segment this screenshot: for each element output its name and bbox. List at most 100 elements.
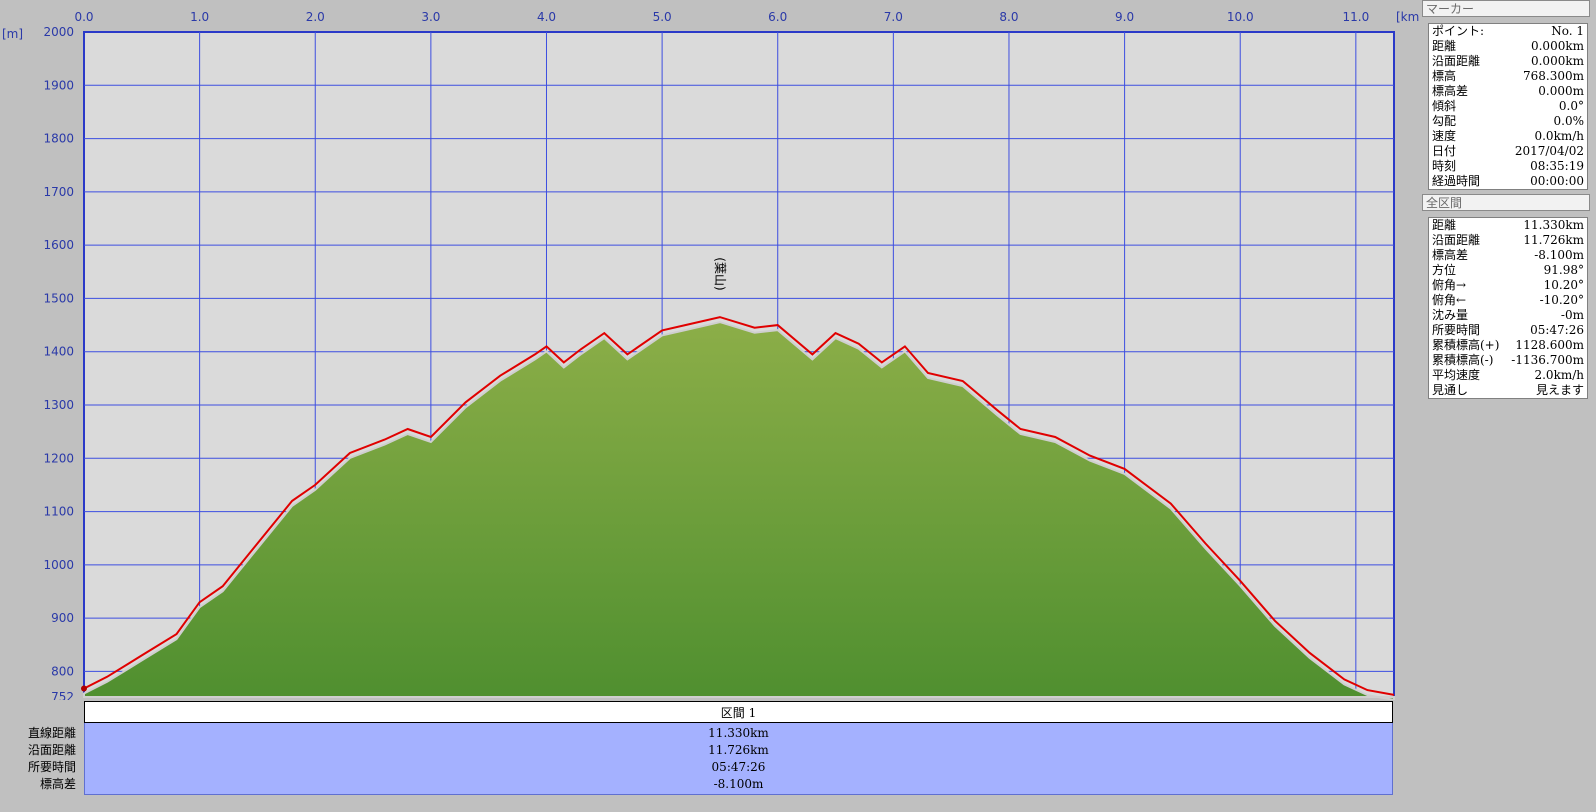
full-section-info-row: 所要時間 05:47:26 — [1429, 323, 1587, 338]
marker-info-value: 08:35:19 — [1530, 159, 1584, 173]
x-tick-label: 4.0 — [537, 10, 556, 24]
y-tick-label: 1200 — [43, 451, 74, 465]
marker-info-value: 2017/04/02 — [1514, 144, 1584, 158]
full-section-info-label: 見通し — [1432, 383, 1469, 397]
full-section-info-value: 1128.600m — [1515, 338, 1584, 352]
y-tick-label: 1800 — [43, 132, 74, 146]
full-section-info-value: -1136.700m — [1511, 353, 1584, 367]
full-section-info-label: 累積標高(+) — [1432, 338, 1500, 352]
marker-info-row: 距離 0.000km — [1429, 39, 1587, 54]
marker-info-row: 速度 0.0km/h — [1429, 129, 1587, 144]
y-tick-label: 1000 — [43, 558, 74, 572]
x-tick-label: 9.0 — [1115, 10, 1134, 24]
section-label-surface-distance: 沿面距離 — [27, 743, 76, 757]
full-section-info-row: 沈み量 -0m — [1429, 308, 1587, 323]
marker-info-table: ポイント: No. 1 距離 0.000km 沿面距離 0.000km 標高 768.300m… — [1428, 23, 1588, 190]
full-section-panel-header[interactable]: 全区間 — [1422, 194, 1590, 211]
marker-info-value: 0.000km — [1530, 39, 1584, 53]
x-tick-label: 10.0 — [1227, 10, 1254, 24]
section-body[interactable]: 11.330km 11.726km 05:47:26 -8.100m — [84, 723, 1393, 795]
full-section-info-row: 俯角→ 10.20° — [1429, 278, 1587, 293]
y-tick-label: 1300 — [43, 398, 74, 412]
full-section-info-value: 05:47:26 — [1530, 323, 1584, 337]
full-section-info-value: -8.100m — [1534, 248, 1584, 262]
y-tick-label: 1100 — [43, 505, 74, 519]
section-labels: 直線距離 沿面距離 所要時間 標高差 — [0, 725, 80, 793]
elevation-chart[interactable]: 0.0 1.0 2.0 3.0 4.0 5.0 6.0 7.0 8.0 9.0 10.0 11.0 2… — [0, 0, 1420, 700]
marker-info-row: 経過時間 00:00:00 — [1429, 174, 1587, 189]
full-section-info-row: 俯角← -10.20° — [1429, 293, 1587, 308]
marker-info-label: 沿面距離 — [1432, 54, 1481, 68]
marker-info-label: 勾配 — [1432, 114, 1457, 128]
x-tick-label: 6.0 — [768, 10, 787, 24]
full-section-info-label: 沈み量 — [1432, 308, 1469, 322]
section-value-required-time: 05:47:26 — [711, 760, 766, 774]
full-section-info-label: 所要時間 — [1432, 323, 1481, 337]
full-section-info-value: 2.0km/h — [1534, 368, 1584, 382]
section-table[interactable]: 区間 1 11.330km 11.726km 05:47:26 -8.100m — [84, 701, 1393, 795]
y-tick-label: 752 — [51, 690, 74, 700]
full-section-info-row: 平均速度 2.0km/h — [1429, 368, 1587, 383]
marker-info-value: No. 1 — [1551, 24, 1584, 38]
marker-info-row: 沿面距離 0.000km — [1429, 54, 1587, 69]
full-section-info-row: 累積標高(-) -1136.700m — [1429, 353, 1587, 368]
marker-info-value: 0.000m — [1538, 84, 1584, 98]
full-section-info-row: 見通し 見えます — [1429, 383, 1587, 398]
y-tick-label: 800 — [51, 664, 74, 678]
info-panel: マーカー ポイント: No. 1 距離 0.000km 沿面距離 0.000km 標高 768… — [1420, 0, 1596, 812]
marker-info-value: 0.000km — [1530, 54, 1584, 68]
marker-info-value: 0.0% — [1553, 114, 1585, 128]
marker-info-row: 傾斜 0.0° — [1429, 99, 1587, 114]
start-marker[interactable] — [81, 685, 87, 692]
marker-info-value: 768.300m — [1522, 69, 1584, 83]
full-section-info-row: 方位 91.98° — [1429, 263, 1587, 278]
full-section-info-row: 距離 11.330km — [1429, 218, 1587, 233]
x-tick-label: 2.0 — [306, 10, 325, 24]
peak-label: (葉山) — [713, 257, 727, 290]
section-value-straight-distance: 11.330km — [708, 726, 769, 740]
marker-info-label: ポイント: — [1432, 24, 1485, 38]
marker-info-value: 00:00:00 — [1530, 174, 1584, 188]
marker-info-label: 経過時間 — [1432, 174, 1481, 188]
full-section-info-value: 見えます — [1535, 383, 1584, 397]
marker-info-label: 傾斜 — [1432, 99, 1457, 113]
section-value-surface-distance: 11.726km — [708, 743, 769, 757]
full-section-info-row: 沿面距離 11.726km — [1429, 233, 1587, 248]
x-unit-label: [km] — [1396, 10, 1420, 24]
y-axis-labels: 2000 1900 1800 1700 1600 1500 1400 1300 1200 1100… — [43, 25, 74, 700]
full-section-info-value: 11.726km — [1523, 233, 1584, 247]
y-tick-label: 1700 — [43, 185, 74, 199]
x-tick-label: 11.0 — [1342, 10, 1369, 24]
marker-info-row: ポイント: No. 1 — [1429, 24, 1587, 39]
marker-info-label: 標高 — [1432, 69, 1457, 83]
x-tick-label: 3.0 — [421, 10, 440, 24]
marker-panel-header[interactable]: マーカー — [1422, 0, 1590, 17]
section-label-elevation-diff: 標高差 — [39, 777, 76, 791]
full-section-info-row: 標高差 -8.100m — [1429, 248, 1587, 263]
section-header[interactable]: 区間 1 — [84, 701, 1393, 723]
x-axis-labels: 0.0 1.0 2.0 3.0 4.0 5.0 6.0 7.0 8.0 9.0 10.0 11.0 — [74, 10, 1369, 24]
marker-info-label: 距離 — [1432, 39, 1457, 53]
x-tick-label: 1.0 — [190, 10, 209, 24]
full-section-info-value: -0m — [1560, 308, 1584, 322]
section-label-straight-distance: 直線距離 — [27, 726, 76, 740]
marker-info-value: 0.0km/h — [1534, 129, 1584, 143]
full-section-info-label: 距離 — [1432, 218, 1457, 232]
full-section-info-label: 累積標高(-) — [1432, 353, 1494, 367]
full-section-info-table: 距離 11.330km 沿面距離 11.726km 標高差 -8.100m 方位 91.98°… — [1428, 217, 1588, 399]
marker-info-label: 時刻 — [1432, 159, 1457, 173]
y-tick-label: 900 — [51, 611, 74, 625]
full-section-info-label: 俯角→ — [1432, 278, 1467, 292]
marker-info-label: 日付 — [1432, 144, 1457, 158]
x-tick-label: 5.0 — [653, 10, 672, 24]
y-tick-label: 1600 — [43, 238, 74, 252]
marker-info-label: 速度 — [1432, 129, 1457, 143]
full-section-info-label: 標高差 — [1432, 248, 1469, 262]
marker-info-row: 標高 768.300m — [1429, 69, 1587, 84]
full-section-info-label: 平均速度 — [1432, 368, 1481, 382]
marker-info-row: 標高差 0.000m — [1429, 84, 1587, 99]
full-section-info-label: 方位 — [1432, 263, 1457, 277]
full-section-info-value: -10.20° — [1539, 293, 1584, 307]
section-label-required-time: 所要時間 — [27, 760, 76, 774]
marker-info-row: 時刻 08:35:19 — [1429, 159, 1587, 174]
